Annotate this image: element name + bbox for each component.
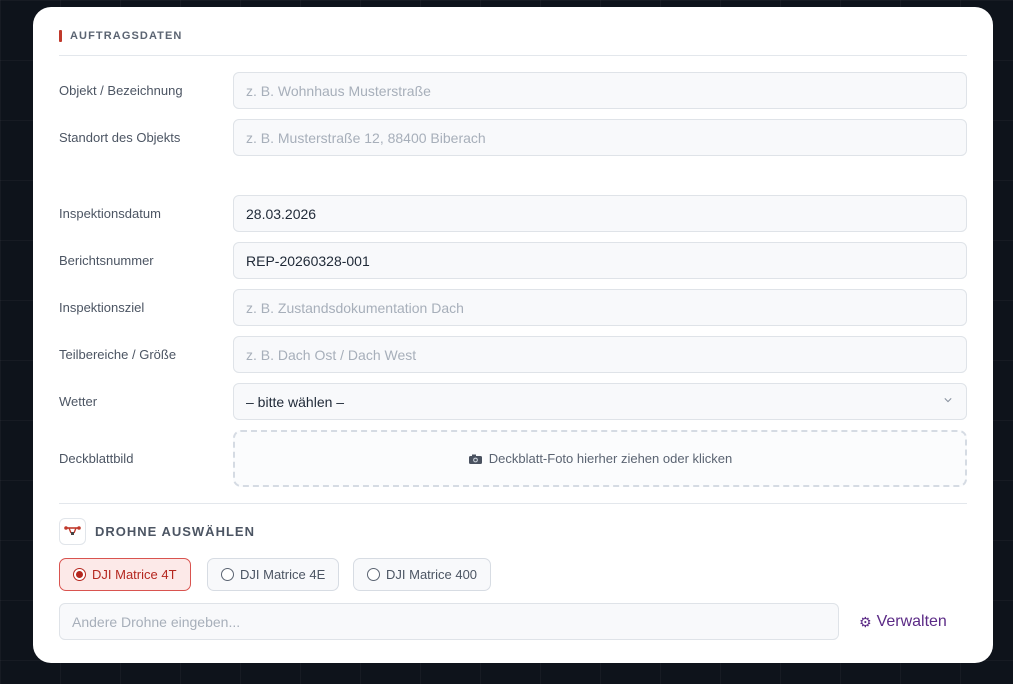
datum-label: Inspektionsdatum [59, 206, 161, 221]
berichtsnummer-input[interactable]: REP-20260328-001 [233, 242, 967, 279]
section-title: AUFTRAGSDATEN [70, 30, 183, 42]
teilbereiche-label: Teilbereiche / Größe [59, 347, 177, 362]
objekt-input[interactable]: z. B. Wohnhaus Musterstraße [233, 72, 967, 109]
manage-label: Verwalten [876, 613, 947, 630]
drone-icon [59, 518, 86, 545]
drone-option-label: DJI Matrice 400 [386, 567, 478, 582]
standort-label: Standort des Objekts [59, 130, 181, 145]
wetter-selected-value: – bitte wählen – [246, 393, 345, 410]
radio-icon [221, 568, 234, 581]
chevron-down-icon [944, 398, 952, 403]
teilbereiche-input[interactable]: z. B. Dach Ost / Dach West [233, 336, 967, 373]
radio-selected-icon [73, 568, 86, 581]
drone-option-matrice-400[interactable]: DJI Matrice 400 [353, 558, 492, 591]
drone-option-label: DJI Matrice 4E [240, 567, 326, 582]
camera-icon [468, 454, 482, 464]
order-data-card: AUFTRAGSDATEN Objekt / Bezeichnung z. B.… [33, 7, 993, 663]
inspektionsziel-input[interactable]: z. B. Zustandsdokumentation Dach [233, 289, 967, 326]
standort-input[interactable]: z. B. Musterstraße 12, 88400 Biberach [233, 119, 967, 156]
drone-divider [59, 503, 967, 504]
bericht-label: Berichtsnummer [59, 253, 154, 268]
dropzone-text: Deckblatt-Foto hierher ziehen oder klick… [488, 451, 733, 466]
section-header: AUFTRAGSDATEN [59, 29, 182, 43]
wetter-select[interactable]: – bitte wählen – [233, 383, 967, 420]
radio-icon [367, 568, 380, 581]
wetter-label: Wetter [59, 394, 98, 409]
cover-photo-dropzone[interactable]: Deckblatt-Foto hierher ziehen oder klick… [233, 430, 967, 487]
drone-section-title: DROHNE AUSWÄHLEN [95, 524, 255, 539]
manage-drones-button[interactable]: ⚙ Verwalten [859, 612, 947, 632]
ziel-label: Inspektionsziel [59, 300, 145, 315]
gear-icon: ⚙ [859, 613, 872, 630]
drone-section-header: DROHNE AUSWÄHLEN [59, 518, 255, 545]
objekt-label: Objekt / Bezeichnung [59, 83, 183, 98]
other-drone-input[interactable]: Andere Drohne eingeben... [59, 603, 839, 640]
section-divider [59, 55, 967, 56]
datum-input[interactable]: 28.03.2026 [233, 195, 967, 232]
drone-option-matrice-4t[interactable]: DJI Matrice 4T [59, 558, 191, 591]
drone-option-label: DJI Matrice 4T [92, 567, 177, 582]
section-accent-bar [59, 30, 62, 42]
deckblatt-label: Deckblattbild [59, 451, 134, 466]
drone-option-matrice-4e[interactable]: DJI Matrice 4E [207, 558, 340, 591]
